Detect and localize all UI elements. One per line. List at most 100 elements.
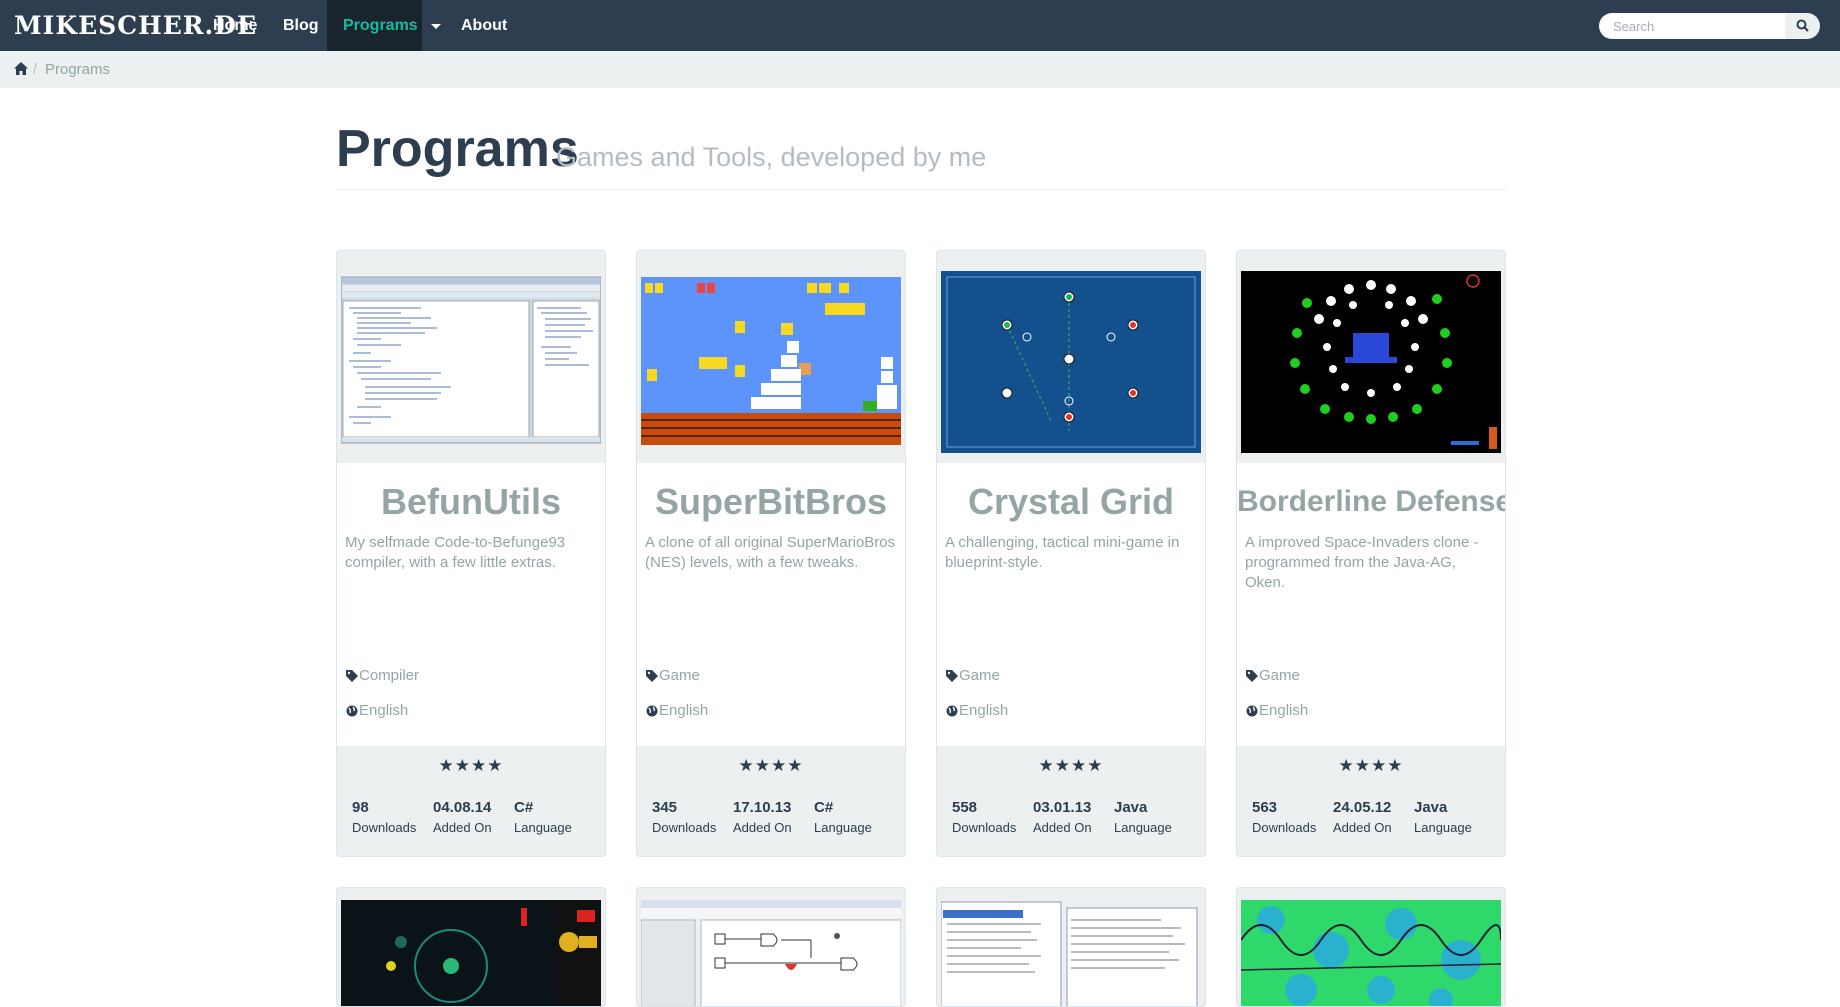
stat-downloads: 558 Downloads [952, 798, 1016, 838]
superbitbros-screenshot[interactable] [641, 261, 901, 453]
lang-value: Java [1414, 799, 1448, 816]
search-icon [1796, 19, 1809, 32]
tag-icon [346, 669, 358, 682]
nav-home[interactable]: Home [213, 0, 257, 51]
language-label: English [1259, 702, 1309, 719]
navbar: MIKESCHER.DE Home Blog Programs About [0, 0, 1840, 51]
downloads-label: Downloads [1252, 820, 1317, 835]
stat-language: C# Language [514, 798, 572, 838]
card-image-area [1237, 251, 1505, 463]
program-screenshot-row2-4[interactable] [1241, 900, 1501, 1007]
card-language: English [646, 702, 708, 719]
breadcrumb-separator: / [33, 61, 38, 78]
program-card-row2-1[interactable] [336, 887, 606, 1007]
borderline-defense-screenshot[interactable] [1241, 261, 1501, 453]
lang-value: C# [814, 799, 834, 816]
crystal-grid-screenshot[interactable] [941, 261, 1201, 453]
downloads-value: 563 [1252, 799, 1278, 816]
stat-language: Java Language [1114, 798, 1172, 838]
program-card-superbitbros[interactable]: SuperBitBros A clone of all original Sup… [636, 250, 906, 857]
tag-icon [1246, 669, 1258, 682]
page-subtitle: Games and Tools, developed by me [556, 142, 987, 172]
card-title[interactable]: BefunUtils [337, 481, 605, 523]
card-category: Game [946, 667, 1000, 684]
program-card-befunutils[interactable]: BefunUtils My selfmade Code-to-Befunge93… [336, 250, 606, 857]
stat-added: 04.08.14 Added On [433, 798, 492, 838]
downloads-value: 345 [652, 799, 678, 816]
rating-stars: ★★★★ [1038, 756, 1104, 775]
befunutils-screenshot[interactable] [341, 261, 601, 453]
added-value: 24.05.12 [1333, 799, 1392, 816]
lang-label: Language [1114, 820, 1172, 835]
stat-downloads: 563 Downloads [1252, 798, 1316, 838]
program-screenshot-row2-2[interactable] [641, 900, 901, 1007]
nav-about[interactable]: About [461, 0, 507, 51]
language-label: English [359, 702, 409, 719]
added-label: Added On [433, 820, 492, 835]
card-category: Game [1246, 667, 1300, 684]
tag-icon [646, 669, 658, 682]
rating-stars: ★★★★ [1338, 756, 1404, 775]
title-divider [336, 189, 1507, 190]
downloads-value: 558 [952, 799, 978, 816]
tag-icon [946, 669, 958, 682]
stat-downloads: 98 Downloads [352, 798, 416, 838]
card-category: Compiler [346, 667, 419, 684]
added-value: 17.10.13 [733, 799, 792, 816]
search-input[interactable] [1599, 13, 1785, 39]
card-language: English [346, 702, 408, 719]
program-screenshot-row2-1[interactable] [341, 900, 601, 1007]
program-card-row2-3[interactable] [936, 887, 1206, 1007]
rating-stars: ★★★★ [738, 756, 804, 775]
program-card-borderline-defense[interactable]: Borderline Defense A improved Space-Inva… [1236, 250, 1506, 857]
programs-dropdown-caret-icon[interactable] [422, 0, 451, 51]
breadcrumb-current: Programs [45, 61, 111, 78]
card-footer: ★★★★ 345 Downloads 17.10.13 Added On C# … [637, 746, 905, 856]
downloads-label: Downloads [652, 820, 717, 835]
globe-icon [646, 705, 658, 716]
lang-value: C# [514, 799, 534, 816]
card-language: English [1246, 702, 1308, 719]
search-button[interactable] [1785, 13, 1820, 39]
card-footer: ★★★★ 558 Downloads 03.01.13 Added On Jav… [937, 746, 1205, 856]
category-label: Game [659, 667, 700, 684]
stat-downloads: 345 Downloads [652, 798, 716, 838]
nav-blog[interactable]: Blog [283, 0, 319, 51]
globe-icon [946, 705, 958, 716]
program-card-row2-4[interactable] [1236, 887, 1506, 1007]
stat-added: 24.05.12 Added On [1333, 798, 1392, 838]
downloads-label: Downloads [352, 820, 417, 835]
lang-label: Language [514, 820, 572, 835]
card-footer: ★★★★ 563 Downloads 24.05.12 Added On Jav… [1237, 746, 1505, 856]
stat-added: 03.01.13 Added On [1033, 798, 1092, 838]
card-image-area [937, 251, 1205, 463]
stat-language: Java Language [1414, 798, 1472, 838]
card-image-area [337, 251, 605, 463]
card-language: English [946, 702, 1008, 719]
home-icon[interactable] [14, 62, 28, 75]
stat-added: 17.10.13 Added On [733, 798, 792, 838]
language-label: English [959, 702, 1009, 719]
card-image-area [637, 251, 905, 463]
added-value: 04.08.14 [433, 799, 492, 816]
rating-stars: ★★★★ [438, 756, 504, 775]
downloads-label: Downloads [952, 820, 1017, 835]
category-label: Game [959, 667, 1000, 684]
category-label: Game [1259, 667, 1300, 684]
language-label: English [659, 702, 709, 719]
card-title[interactable]: Crystal Grid [937, 481, 1205, 523]
card-description: A improved Space-Invaders clone - progra… [1245, 534, 1479, 591]
card-title[interactable]: SuperBitBros [637, 481, 905, 523]
nav-programs[interactable]: Programs [343, 0, 418, 51]
card-category: Game [646, 667, 700, 684]
card-description: A challenging, tactical mini-game in blu… [945, 534, 1180, 571]
breadcrumb: / Programs [0, 51, 1840, 88]
globe-icon [346, 705, 358, 716]
card-title[interactable]: Borderline Defense [1237, 485, 1505, 519]
page-title: Programs [336, 120, 579, 178]
program-card-crystal-grid[interactable]: Crystal Grid A challenging, tactical min… [936, 250, 1206, 857]
program-card-row2-2[interactable] [636, 887, 906, 1007]
program-screenshot-row2-3[interactable] [941, 900, 1201, 1007]
card-description: My selfmade Code-to-Befunge93 compiler, … [345, 534, 566, 571]
card-description: A clone of all original SuperMarioBros (… [645, 534, 896, 571]
